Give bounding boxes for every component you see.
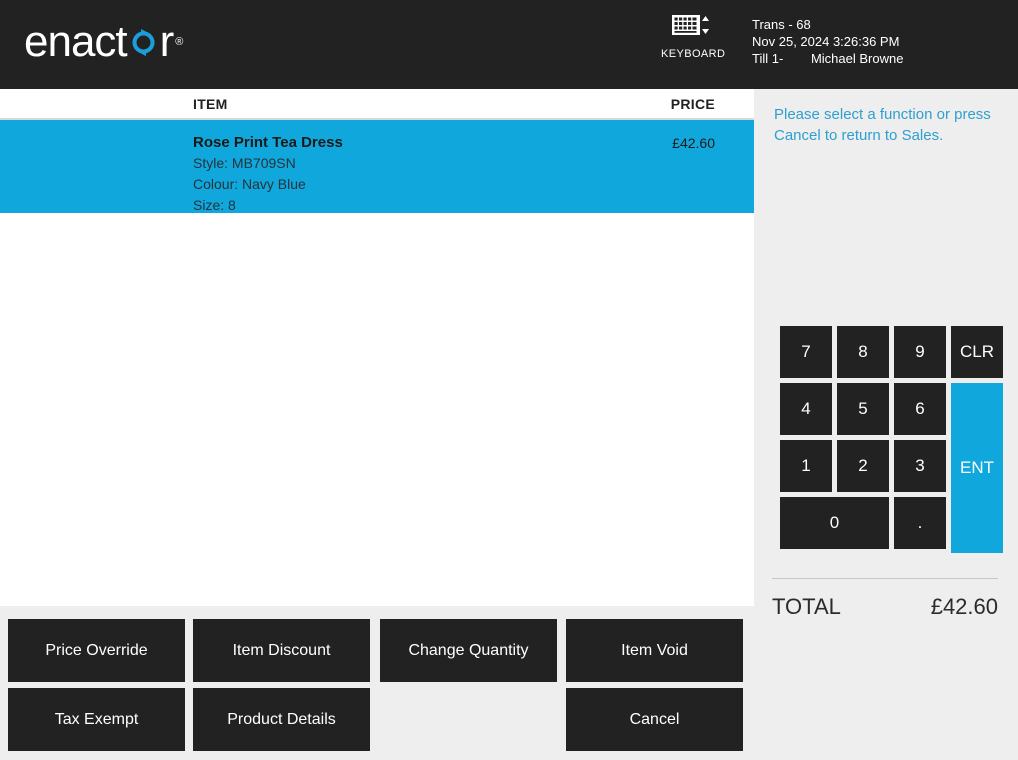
item-attribute-style: Style: MB709SN (193, 155, 296, 171)
total-label: TOTAL (772, 594, 841, 619)
prompt-message: Please select a function or press Cancel… (774, 106, 991, 144)
pos-application: enact r ® KEYBOARD Trans - 68 Nov 25, 20… (0, 0, 1018, 760)
keypad-key-0[interactable]: 0 (780, 497, 889, 549)
enactor-logo: enact r ® (24, 20, 183, 64)
column-header-price: PRICE (670, 96, 715, 112)
function-button-change-quantity[interactable]: Change Quantity (380, 619, 557, 682)
function-button-product-details[interactable]: Product Details (193, 688, 370, 751)
keypad-key-7[interactable]: 7 (780, 326, 832, 378)
function-button-item-void[interactable]: Item Void (566, 619, 743, 682)
function-button-tax-exempt[interactable]: Tax Exempt (8, 688, 185, 751)
till-separator: - (778, 51, 784, 66)
app-header: enact r ® KEYBOARD Trans - 68 Nov 25, 20… (0, 0, 1018, 89)
logo-text-after: r (159, 17, 175, 66)
keypad-key-9[interactable]: 9 (894, 326, 946, 378)
total-value: £42.60 (930, 594, 998, 619)
trans-datetime: Nov 25, 2024 3:26:36 PM (752, 34, 900, 49)
function-button-cancel[interactable]: Cancel (566, 688, 743, 751)
keyboard-icon (661, 13, 721, 44)
function-button-bar: Price Override Item Discount Change Quanti… (0, 606, 754, 760)
till-label: Till 1 (752, 51, 779, 66)
keypad-key-enter[interactable]: ENT (951, 383, 1003, 553)
logo-trademark: ® (175, 36, 184, 48)
trans-till-operator: Till 1- Michael Browne (752, 50, 903, 67)
trans-number: Trans - 68 (752, 17, 811, 32)
column-header-item: ITEM (193, 96, 228, 112)
keypad-key-2[interactable]: 2 (837, 440, 889, 492)
item-name: Rose Print Tea Dress (193, 134, 343, 151)
keyboard-label: KEYBOARD (661, 48, 726, 60)
keypad-key-5[interactable]: 5 (837, 383, 889, 435)
keypad-key-8[interactable]: 8 (837, 326, 889, 378)
total-divider (772, 578, 998, 579)
item-price: £42.60 (672, 135, 715, 151)
keypad-key-6[interactable]: 6 (894, 383, 946, 435)
operator-name: Michael Browne (810, 51, 904, 66)
total-row: TOTAL £42.60 (772, 594, 998, 620)
keypad-key-decimal[interactable]: . (894, 497, 946, 549)
function-button-price-override[interactable]: Price Override (8, 619, 185, 682)
item-list-panel: ITEM PRICE Rose Print Tea Dress Style: M… (0, 89, 754, 606)
numeric-keypad: 7 8 9 CLR 4 5 6 ENT 1 2 3 0. (780, 326, 1004, 553)
item-list-header: ITEM PRICE (0, 89, 754, 120)
keypad-key-1[interactable]: 1 (780, 440, 832, 492)
right-panel: Please select a function or press Cancel… (754, 89, 1018, 760)
keypad-key-clear[interactable]: CLR (951, 326, 1003, 378)
circular-arrows-icon (128, 27, 159, 58)
keyboard-button[interactable]: KEYBOARD (661, 13, 725, 62)
table-row[interactable]: Rose Print Tea Dress Style: MB709SN Colo… (0, 120, 754, 213)
item-attribute-size: Size: 8 (193, 197, 236, 213)
item-attribute-colour: Colour: Navy Blue (193, 176, 306, 192)
transaction-info: Trans - 68 Nov 25, 2024 3:26:36 PM Till … (752, 16, 903, 67)
logo-text-before: enact (24, 17, 128, 66)
keypad-key-4[interactable]: 4 (780, 383, 832, 435)
keypad-key-3[interactable]: 3 (894, 440, 946, 492)
function-button-item-discount[interactable]: Item Discount (193, 619, 370, 682)
